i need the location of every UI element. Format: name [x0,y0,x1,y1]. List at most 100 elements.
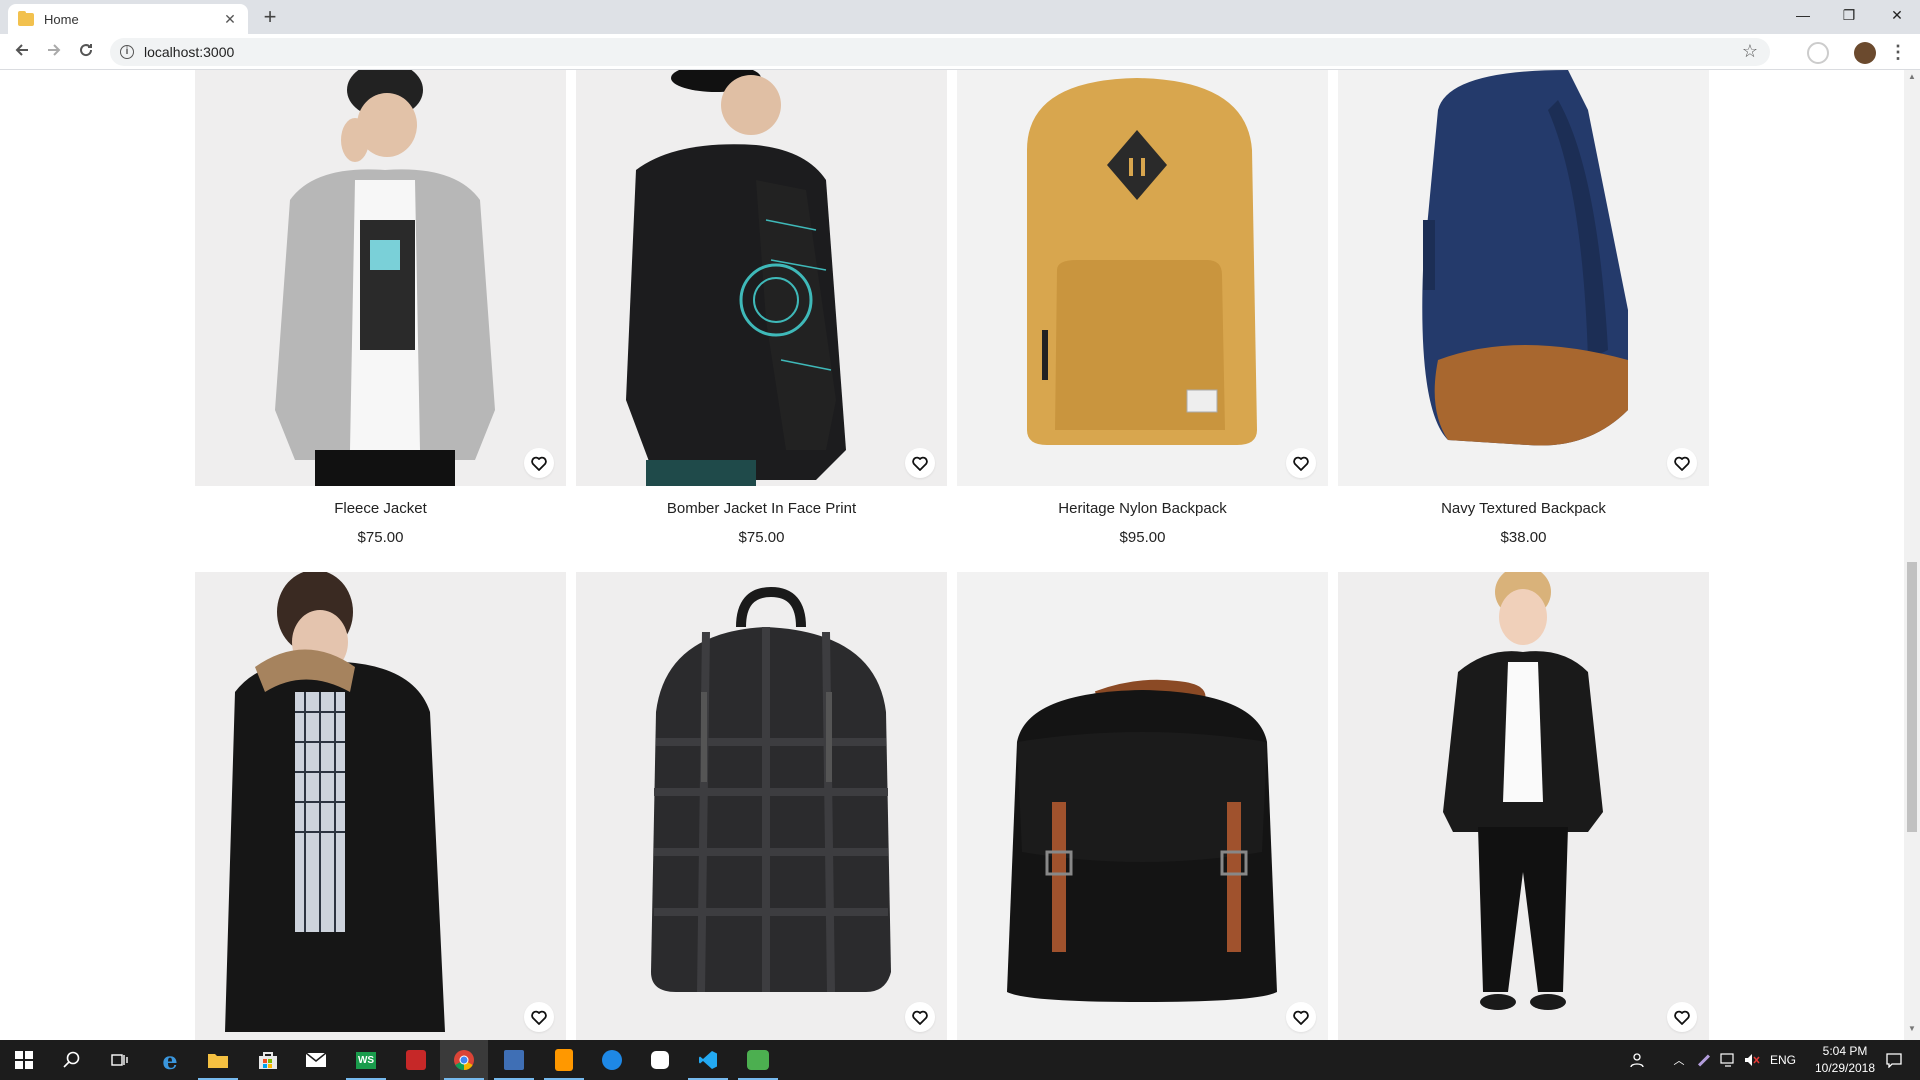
folder-icon [208,1054,228,1068]
product-image[interactable] [195,572,566,1040]
pen-icon [1697,1053,1711,1067]
clock-time[interactable]: 5:04 PM [1814,1044,1876,1058]
taskbar-chat[interactable] [734,1040,782,1080]
task-view-button[interactable] [96,1040,144,1080]
favorite-button[interactable] [1667,1002,1697,1032]
product-image[interactable] [576,572,947,1040]
product-name[interactable]: Fleece Jacket [195,500,566,517]
menu-kebab-icon[interactable]: ⋮ [1886,40,1910,64]
favorite-button[interactable] [524,448,554,478]
tray-pen-button[interactable] [1692,1040,1716,1080]
taskbar-chrome[interactable] [440,1040,488,1080]
back-button[interactable] [10,40,34,64]
network-app-icon [504,1050,524,1070]
folder-icon [18,10,34,26]
tab-home[interactable]: Home ✕ [8,4,248,34]
taskbar-app-store[interactable] [588,1040,636,1080]
tray-overflow-button[interactable]: ︿ [1666,1040,1692,1080]
favorite-button[interactable] [1286,448,1316,478]
favorite-button[interactable] [1286,1002,1316,1032]
page-scrollbar[interactable]: ▲ ▼ [1904,70,1920,1040]
slack-icon [651,1051,669,1069]
taskbar-file-explorer[interactable] [194,1040,242,1080]
heart-icon [1293,456,1309,471]
product-card[interactable] [195,572,566,1040]
product-image[interactable] [957,70,1328,486]
start-button[interactable] [0,1040,48,1080]
tray-network-button[interactable] [1716,1040,1740,1080]
vscode-icon [699,1051,717,1069]
reload-button[interactable] [74,40,98,64]
black-parka-image [195,572,566,1040]
product-price: $38.00 [1500,529,1547,546]
scroll-down-arrow[interactable]: ▼ [1904,1024,1920,1038]
product-image[interactable] [195,70,566,486]
address-bar[interactable]: i localhost:3000 ☆ [110,38,1770,66]
windows-taskbar: e WS ︿ ENG 5:04 PM 10/29/2018 [0,1040,1920,1080]
taskbar-mail[interactable] [292,1040,340,1080]
mail-icon [305,1052,327,1067]
product-name[interactable]: Heritage Nylon Backpack [957,500,1328,517]
leather-jacket-image [1338,572,1709,1040]
clock-date[interactable]: 10/29/2018 [1806,1061,1884,1075]
tray-volume-button[interactable] [1740,1040,1764,1080]
taskbar-store[interactable] [244,1040,292,1080]
people-button[interactable] [1622,1040,1654,1080]
browser-toolbar: i localhost:3000 ☆ ⋮ [0,34,1920,70]
favorite-button[interactable] [524,1002,554,1032]
product-price: $75.00 [738,529,785,546]
taskbar-app[interactable] [392,1040,440,1080]
language-indicator[interactable]: ENG [1770,1053,1796,1067]
task-view-icon [111,1054,128,1066]
taskbar-network-app[interactable] [490,1040,538,1080]
favorite-button[interactable] [1667,448,1697,478]
profile-avatar[interactable] [1854,42,1876,64]
bookmark-star-icon[interactable]: ☆ [1742,41,1758,62]
heart-icon [531,1010,547,1025]
action-center-button[interactable] [1874,1040,1914,1080]
product-card[interactable]: Fleece Jacket $75.00 [195,70,566,546]
product-card[interactable] [957,572,1328,1040]
plaid-backpack-image [576,572,947,1040]
search-button[interactable] [48,1040,96,1080]
bomber-jacket-image [576,70,947,486]
product-price: $95.00 [1119,529,1166,546]
scroll-up-arrow[interactable]: ▲ [1904,72,1920,86]
minimize-button[interactable]: — [1780,0,1826,30]
product-card[interactable]: Bomber Jacket In Face Print $75.00 [576,70,947,546]
sublime-icon [555,1049,573,1071]
reload-icon [80,44,93,57]
info-icon[interactable]: i [120,45,134,59]
extension-icon[interactable] [1807,42,1829,64]
forward-button[interactable] [42,40,66,64]
webstorm-icon: WS [355,1051,377,1069]
search-icon [63,1051,80,1068]
restore-button[interactable]: ❐ [1826,0,1872,30]
product-image[interactable] [1338,572,1709,1040]
product-image[interactable] [576,70,947,486]
notification-icon [1886,1053,1902,1068]
scroll-thumb[interactable] [1907,562,1917,832]
taskbar-slack[interactable] [636,1040,684,1080]
close-window-button[interactable]: ✕ [1874,0,1920,30]
heart-icon [531,456,547,471]
new-tab-button[interactable]: + [258,6,282,30]
favorite-button[interactable] [905,1002,935,1032]
volume-muted-icon [1745,1054,1760,1066]
favorite-button[interactable] [905,448,935,478]
tab-close-button[interactable]: ✕ [222,11,238,28]
taskbar-edge[interactable]: e [146,1040,194,1080]
product-card[interactable] [1338,572,1709,1040]
product-image[interactable] [957,572,1328,1040]
product-card[interactable]: Navy Textured Backpack $38.00 [1338,70,1709,546]
product-name[interactable]: Navy Textured Backpack [1338,500,1709,517]
taskbar-vscode[interactable] [684,1040,732,1080]
chat-icon [747,1050,769,1070]
product-image[interactable] [1338,70,1709,486]
product-name[interactable]: Bomber Jacket In Face Print [576,500,947,517]
product-card[interactable]: Heritage Nylon Backpack $95.00 [957,70,1328,546]
taskbar-sublime[interactable] [540,1040,588,1080]
taskbar-webstorm[interactable]: WS [342,1040,390,1080]
product-card[interactable] [576,572,947,1040]
people-icon [1630,1053,1644,1068]
